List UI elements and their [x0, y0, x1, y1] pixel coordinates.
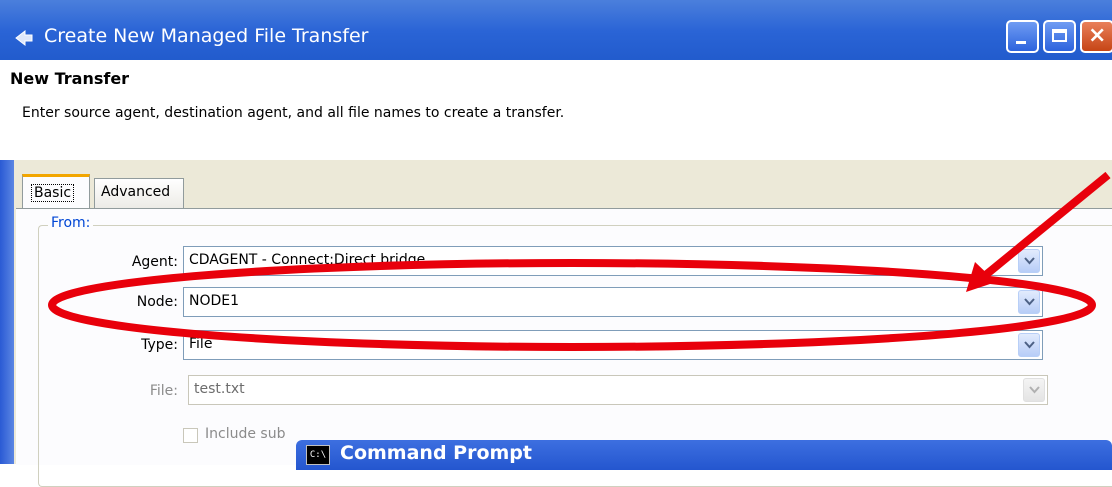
- node-value: NODE1: [189, 293, 240, 309]
- agent-label: Agent:: [131, 254, 178, 270]
- node-select[interactable]: NODE1: [183, 287, 1043, 317]
- page-description: Enter source agent, destination agent, a…: [22, 105, 565, 121]
- file-value: test.txt: [194, 381, 245, 397]
- tab-advanced-label: Advanced: [101, 184, 171, 200]
- maximize-icon: [1052, 29, 1067, 42]
- agent-select[interactable]: CDAGENT - Connect:Direct bridge: [183, 246, 1043, 276]
- chevron-down-icon: [1024, 341, 1035, 349]
- chevron-down-icon: [1024, 298, 1035, 306]
- type-value: File: [189, 336, 213, 352]
- wizard-header: New Transfer Enter source agent, destina…: [0, 60, 1112, 160]
- minimize-button[interactable]: [1006, 20, 1039, 53]
- from-group-label: From:: [48, 215, 94, 231]
- tab-basic-label: Basic: [31, 184, 75, 202]
- include-subdirectories-checkbox[interactable]: [183, 428, 198, 443]
- window-left-border: [0, 160, 14, 464]
- type-dropdown-button[interactable]: [1018, 333, 1040, 357]
- node-label: Node:: [136, 294, 178, 310]
- maximize-button[interactable]: [1043, 20, 1076, 53]
- file-select[interactable]: test.txt: [188, 375, 1048, 405]
- chevron-down-icon: [1029, 386, 1040, 394]
- page-title: New Transfer: [10, 69, 130, 88]
- node-dropdown-button[interactable]: [1018, 290, 1040, 314]
- tab-basic[interactable]: Basic: [22, 174, 90, 210]
- command-prompt-icon: C:\: [306, 445, 330, 465]
- window-title: Create New Managed File Transfer: [44, 25, 369, 47]
- agent-dropdown-button[interactable]: [1018, 249, 1040, 273]
- file-label: File:: [149, 383, 178, 399]
- include-subdirectories-label: Include sub: [205, 426, 286, 442]
- type-label: Type:: [141, 337, 178, 353]
- minimize-icon: [1016, 41, 1026, 44]
- chevron-down-icon: [1024, 257, 1035, 265]
- file-dropdown-button[interactable]: [1023, 378, 1045, 402]
- agent-value: CDAGENT - Connect:Direct bridge: [189, 252, 426, 268]
- type-select[interactable]: File: [183, 330, 1043, 360]
- close-icon: ×: [1088, 23, 1107, 48]
- app-icon: [15, 29, 33, 47]
- command-prompt-title: Command Prompt: [340, 442, 532, 464]
- close-button[interactable]: ×: [1080, 20, 1112, 53]
- tab-advanced[interactable]: Advanced: [94, 178, 184, 208]
- command-prompt-window[interactable]: C:\ Command Prompt: [296, 440, 1112, 470]
